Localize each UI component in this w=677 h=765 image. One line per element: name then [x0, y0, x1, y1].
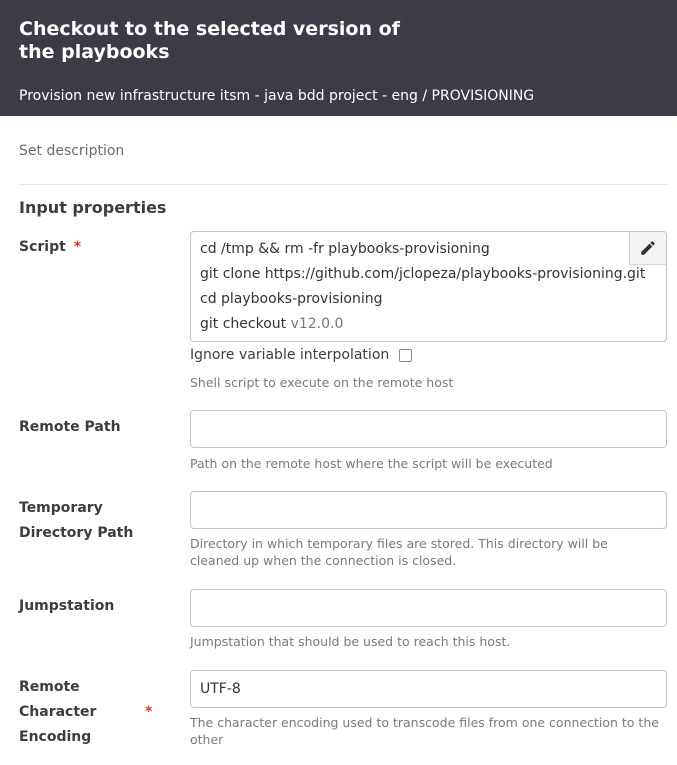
temp-dir-help: Directory in which temporary files are s…: [190, 536, 608, 568]
script-label: Script *: [19, 235, 81, 260]
step-title: Checkout to the selected version of the …: [19, 18, 400, 63]
pencil-icon: [641, 241, 655, 255]
remote-path-label: Remote Path: [19, 419, 121, 435]
jumpstation-input[interactable]: [190, 589, 667, 627]
required-marker: *: [73, 239, 82, 255]
script-textarea[interactable]: cd /tmp && rm -fr playbooks-provisioning…: [190, 231, 667, 342]
ignore-interpolation-label: Ignore variable interpolation: [190, 347, 390, 363]
script-line-1: cd /tmp && rm -fr playbooks-provisioning: [200, 241, 490, 257]
encoding-label-line1: Remote: [19, 679, 80, 695]
remote-path-help: Path on the remote host where the script…: [190, 456, 553, 471]
ignore-interpolation-row: Ignore variable interpolation: [190, 345, 413, 365]
script-label-text: Script: [19, 239, 66, 255]
script-line-4: git checkout v12.0.0: [200, 312, 657, 337]
divider: [19, 184, 668, 185]
encoding-label-line3: Encoding: [19, 729, 92, 745]
temp-dir-label-line2: Directory Path: [19, 525, 134, 541]
encoding-required-marker: *: [145, 704, 153, 720]
encoding-input[interactable]: [190, 670, 667, 708]
script-line-3: cd playbooks-provisioning: [200, 291, 383, 307]
temp-dir-label-line1: Temporary: [19, 500, 103, 516]
set-description-link[interactable]: Set description: [19, 143, 124, 159]
section-title-input-properties: Input properties: [19, 198, 167, 217]
temp-dir-input[interactable]: [190, 491, 667, 529]
jumpstation-label: Jumpstation: [19, 598, 115, 614]
encoding-help: The character encoding used to transcode…: [190, 715, 659, 747]
script-line-4-command: git checkout: [200, 316, 291, 332]
jumpstation-help: Jumpstation that should be used to reach…: [190, 634, 511, 649]
script-line-2: git clone https://github.com/jclopeza/pl…: [200, 266, 646, 282]
ignore-interpolation-checkbox[interactable]: [399, 348, 413, 362]
dialog-header: Checkout to the selected version of the …: [0, 0, 677, 116]
script-line-4-version: v12.0.0: [290, 316, 344, 332]
step-breadcrumb: Provision new infrastructure itsm - java…: [19, 88, 535, 104]
script-help: Shell script to execute on the remote ho…: [190, 375, 454, 390]
encoding-label-line2: Character: [19, 704, 97, 720]
remote-path-input[interactable]: [190, 410, 667, 448]
edit-script-button[interactable]: [629, 232, 666, 265]
